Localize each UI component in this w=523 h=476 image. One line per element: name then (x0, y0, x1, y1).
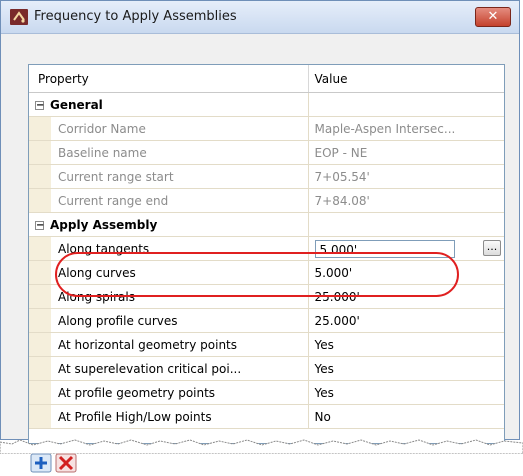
property-name: Along profile curves (29, 308, 309, 333)
property-row-profile-high-low-points[interactable]: At Profile High/Low points No (29, 404, 504, 429)
property-row-along-spirals[interactable]: Along spirals 25.000' (29, 284, 504, 309)
category-label: Apply Assembly (50, 217, 158, 232)
window-title: Frequency to Apply Assemblies (34, 9, 237, 24)
close-button[interactable]: ✕ (475, 7, 511, 27)
property-value: 7+05.54' (308, 164, 504, 189)
property-name: At horizontal geometry points (29, 332, 309, 357)
property-value[interactable]: 5.000' (308, 260, 504, 285)
property-grid: Property Value − General Corridor Name Ma… (28, 64, 505, 444)
property-value: 7+84.08' (308, 188, 504, 213)
property-name: At superelevation critical poi... (29, 356, 309, 381)
property-name: Current range start (29, 164, 309, 189)
property-name: Along curves (29, 260, 309, 285)
property-row-current-range-start[interactable]: Current range start 7+05.54' (29, 164, 504, 189)
property-row-horizontal-geometry-points[interactable]: At horizontal geometry points Yes (29, 332, 504, 357)
property-name: Along spirals (29, 284, 309, 309)
property-row-corridor-name[interactable]: Corridor Name Maple-Aspen Intersec... (29, 116, 504, 141)
property-row-along-profile-curves[interactable]: Along profile curves 25.000' (29, 308, 504, 333)
property-row-baseline-name[interactable]: Baseline name EOP - NE (29, 140, 504, 165)
property-row-current-range-end[interactable]: Current range end 7+84.08' (29, 188, 504, 213)
grid-header-row: Property Value (29, 65, 504, 93)
property-value[interactable]: No (308, 404, 504, 429)
category-row-apply-assembly[interactable]: − Apply Assembly (29, 212, 504, 237)
close-icon: ✕ (487, 9, 499, 24)
property-value[interactable]: Yes (308, 380, 504, 405)
delete-icon[interactable] (55, 453, 77, 473)
ellipsis-button[interactable]: ... (483, 240, 501, 256)
property-value[interactable]: Yes (308, 332, 504, 357)
property-row-along-tangents[interactable]: Along tangents 5.000' ... (29, 236, 504, 261)
property-value[interactable]: 25.000' (308, 308, 504, 333)
dialog-window: Frequency to Apply Assemblies ✕ Property… (0, 0, 520, 444)
property-name: Baseline name (29, 140, 309, 165)
property-row-profile-geometry-points[interactable]: At profile geometry points Yes (29, 380, 504, 405)
property-name: Corridor Name (29, 116, 309, 141)
title-bar[interactable]: Frequency to Apply Assemblies ✕ (1, 1, 519, 34)
along-tangents-input[interactable]: 5.000' (314, 239, 455, 258)
civil3d-app-icon (10, 9, 28, 25)
property-value[interactable]: 25.000' (308, 284, 504, 309)
collapse-icon[interactable]: − (35, 100, 44, 110)
category-label: General (50, 97, 103, 112)
property-value: Maple-Aspen Intersec... (308, 116, 504, 141)
add-icon[interactable] (30, 453, 52, 473)
property-value: EOP - NE (308, 140, 504, 165)
value-column-header[interactable]: Value (308, 65, 504, 93)
property-value[interactable]: Yes (308, 356, 504, 381)
property-name: Current range end (29, 188, 309, 213)
torn-edge (0, 439, 523, 454)
property-row-superelevation-critical-points[interactable]: At superelevation critical poi... Yes (29, 356, 504, 381)
property-name: At Profile High/Low points (29, 404, 309, 429)
property-column-header[interactable]: Property (29, 65, 309, 93)
property-name: At profile geometry points (29, 380, 309, 405)
collapse-icon[interactable]: − (35, 220, 44, 230)
property-row-along-curves[interactable]: Along curves 5.000' (29, 260, 504, 285)
property-name: Along tangents (29, 236, 309, 261)
category-row-general[interactable]: − General (29, 92, 504, 117)
